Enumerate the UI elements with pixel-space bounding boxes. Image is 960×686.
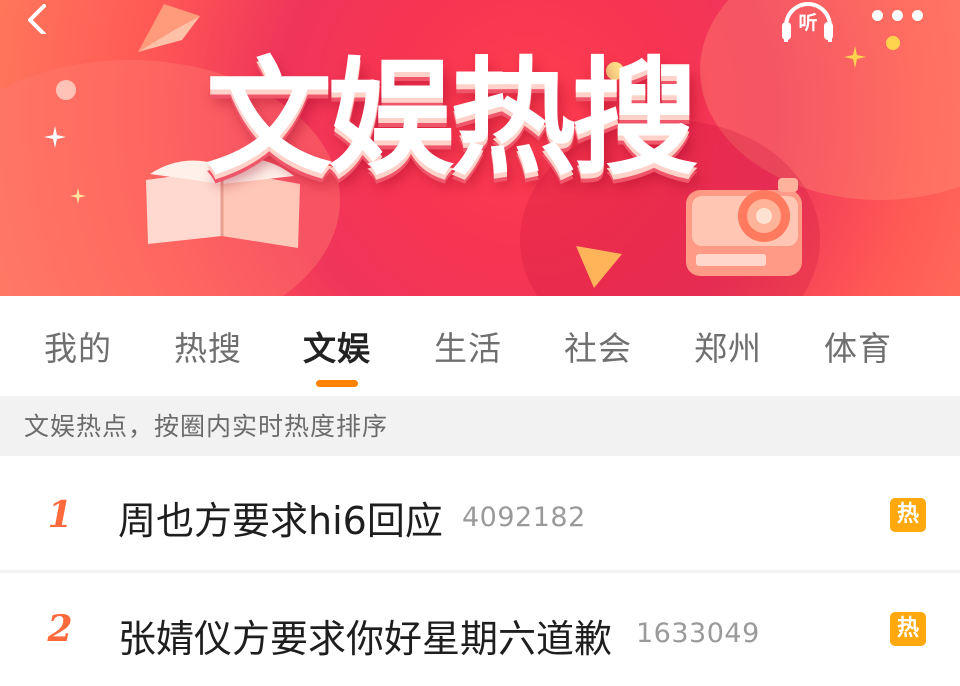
active-tab-indicator [316, 380, 358, 387]
sparkle-icon [70, 188, 86, 204]
heat-count: 1633049 [636, 618, 760, 649]
headphones-ear [782, 22, 791, 40]
heat-count: 4092182 [462, 502, 586, 533]
tab-entertainment[interactable]: 文娱 [303, 322, 371, 370]
chevron-left-icon[interactable] [22, 4, 52, 34]
rank-number: 1 [47, 494, 73, 536]
sparkle-icon [44, 126, 66, 148]
divider [0, 570, 960, 573]
tab-society[interactable]: 社会 [564, 322, 632, 370]
tab-zhengzhou[interactable]: 郑州 [694, 322, 762, 370]
header-banner: 听 文娱热搜 [0, 0, 960, 296]
headphones-ear [824, 22, 833, 40]
listen-button[interactable]: 听 [778, 0, 840, 44]
hot-badge: 热 [890, 498, 926, 532]
dot [912, 10, 923, 21]
triangle-decoration-icon [576, 246, 622, 288]
list-item[interactable]: 2 张婧仪方要求你好星期六道歉 1633049 热 [0, 574, 960, 686]
tab-mine[interactable]: 我的 [44, 322, 112, 370]
list-item[interactable]: 1 周也方要求hi6回应 4092182 热 [0, 460, 960, 572]
rank-number: 2 [47, 608, 73, 650]
topic-title[interactable]: 周也方要求hi6回应 [118, 490, 443, 545]
category-tabs: 我的 热搜 文娱 生活 社会 郑州 体育 [0, 296, 960, 396]
tab-sports[interactable]: 体育 [824, 322, 892, 370]
flag-decoration-icon [138, 4, 200, 52]
dot [872, 10, 883, 21]
more-dots-icon[interactable] [872, 10, 932, 24]
listen-label: 听 [798, 12, 818, 34]
hot-badge: 热 [890, 612, 926, 646]
topic-title[interactable]: 张婧仪方要求你好星期六道歉 [118, 608, 612, 663]
decoration-dot [886, 36, 900, 50]
tab-hot-search[interactable]: 热搜 [174, 322, 242, 370]
tab-life[interactable]: 生活 [434, 322, 502, 370]
dot [892, 10, 903, 21]
page-title: 文娱热搜 [206, 45, 698, 192]
section-description: 文娱热点，按圈内实时热度排序 [0, 396, 960, 456]
decoration-dot [56, 80, 76, 100]
sparkle-icon [844, 46, 866, 68]
